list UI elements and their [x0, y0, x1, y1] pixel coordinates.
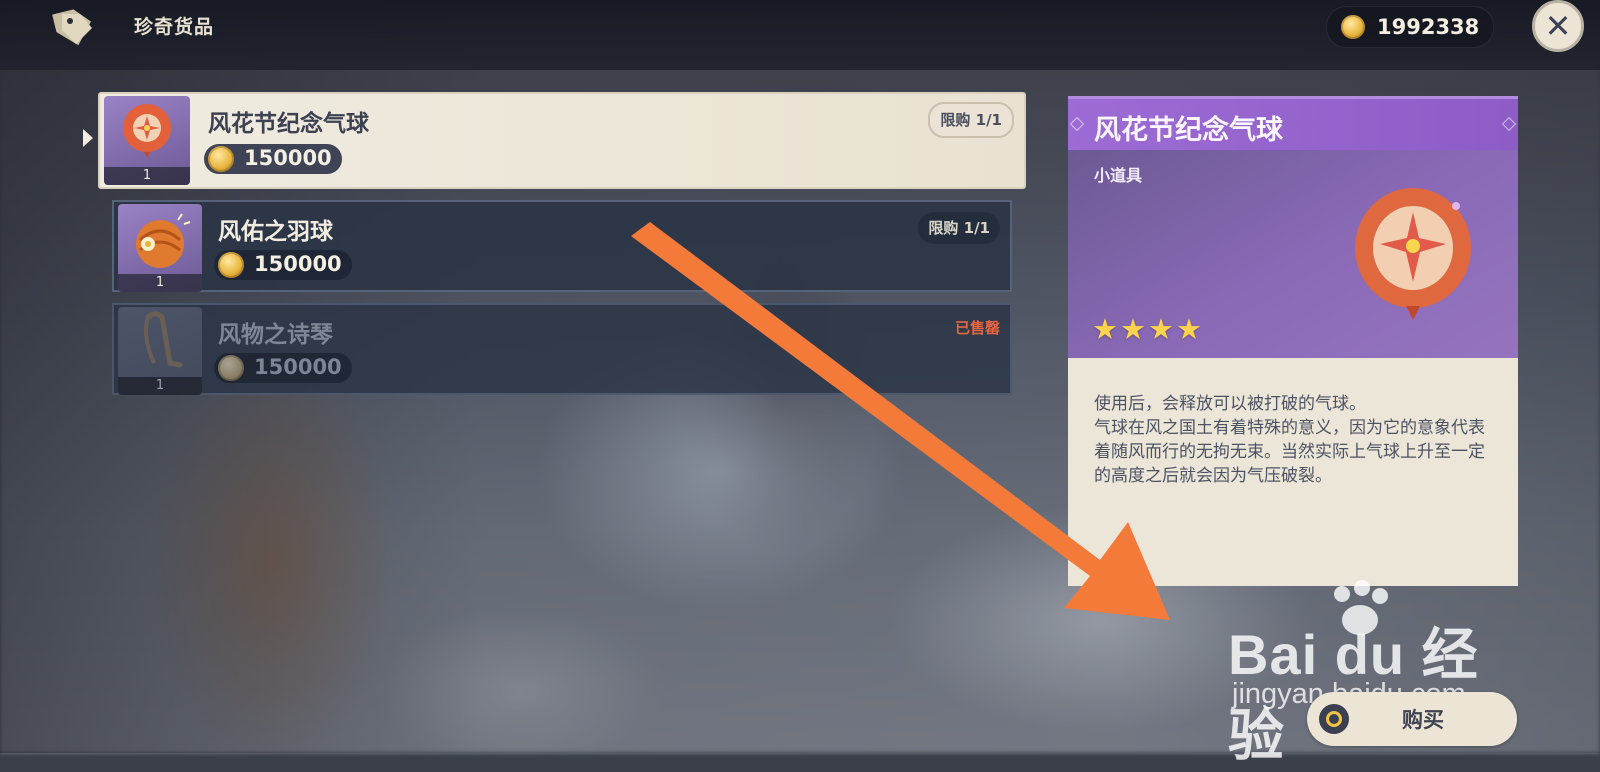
item-thumbnail: 1	[118, 204, 202, 292]
balloon-icon	[1355, 188, 1471, 320]
currency-amount: 1992338	[1377, 15, 1480, 39]
shop-item-row[interactable]: 1 风物之诗琴 150000 已售罄	[112, 303, 1012, 395]
mora-coin-icon	[208, 146, 234, 172]
item-price: 150000	[214, 250, 352, 280]
mora-coin-icon	[1341, 15, 1365, 39]
currency-display: 1992338	[1326, 6, 1494, 48]
item-thumbnail: 1	[104, 96, 190, 185]
shop-item-row[interactable]: 1 风花节纪念气球 150000 限购 1/1	[98, 92, 1026, 189]
close-icon: ✕	[1544, 7, 1572, 45]
item-count: 1	[104, 167, 190, 185]
buy-label: 购买	[1402, 708, 1444, 732]
item-name: 风佑之羽球	[218, 219, 333, 245]
shop-item-row[interactable]: 1 风佑之羽球 150000 限购 1/1	[112, 200, 1012, 292]
purchase-limit-badge: 限购 1/1	[918, 212, 1000, 244]
purchase-limit-badge: 限购 1/1	[928, 102, 1014, 138]
item-thumbnail: 1	[118, 307, 202, 395]
ornament-diamond-icon	[1069, 116, 1085, 132]
detail-description-box: 使用后，会释放可以被打破的气球。 气球在风之国土有着特殊的意义，因为它的意象代表…	[1068, 358, 1518, 586]
rarity-stars: ★★★★	[1092, 312, 1204, 346]
item-name: 风物之诗琴	[218, 322, 333, 348]
buy-coin-icon	[1319, 704, 1349, 734]
price-value: 150000	[244, 146, 332, 170]
feather-ball-icon	[136, 213, 191, 268]
selection-pointer-icon	[83, 129, 93, 147]
item-price: 150000	[214, 353, 352, 383]
lyre-icon	[144, 311, 183, 368]
mora-coin-icon	[218, 355, 244, 381]
item-detail-panel: 风花节纪念气球 小道具 ★★★★ 使用后，会释放可以被打破的气球。 气球在风之国…	[1068, 96, 1518, 586]
mora-coin-icon	[218, 252, 244, 278]
detail-title: 风花节纪念气球	[1094, 115, 1283, 146]
item-count: 1	[118, 274, 202, 292]
shop-top-bar: 珍奇货品 1992338 ✕	[0, 0, 1600, 70]
balloon-icon	[123, 104, 171, 158]
price-tag-icon	[52, 9, 92, 46]
detail-header: 风花节纪念气球	[1068, 96, 1518, 153]
item-type: 小道具	[1094, 166, 1143, 185]
item-name: 风花节纪念气球	[208, 111, 369, 137]
price-value: 150000	[254, 252, 342, 276]
price-value: 150000	[254, 355, 342, 379]
close-button[interactable]: ✕	[1532, 0, 1584, 52]
buy-button[interactable]: 购买	[1307, 692, 1517, 746]
sold-out-badge: 已售罄	[954, 319, 1000, 337]
item-description: 使用后，会释放可以被打破的气球。 气球在风之国土有着特殊的意义，因为它的意象代表…	[1094, 394, 1485, 486]
shop-title: 珍奇货品	[134, 16, 215, 38]
item-count: 1	[118, 377, 202, 395]
ornament-diamond-icon	[1501, 116, 1517, 132]
item-price: 150000	[204, 144, 342, 174]
